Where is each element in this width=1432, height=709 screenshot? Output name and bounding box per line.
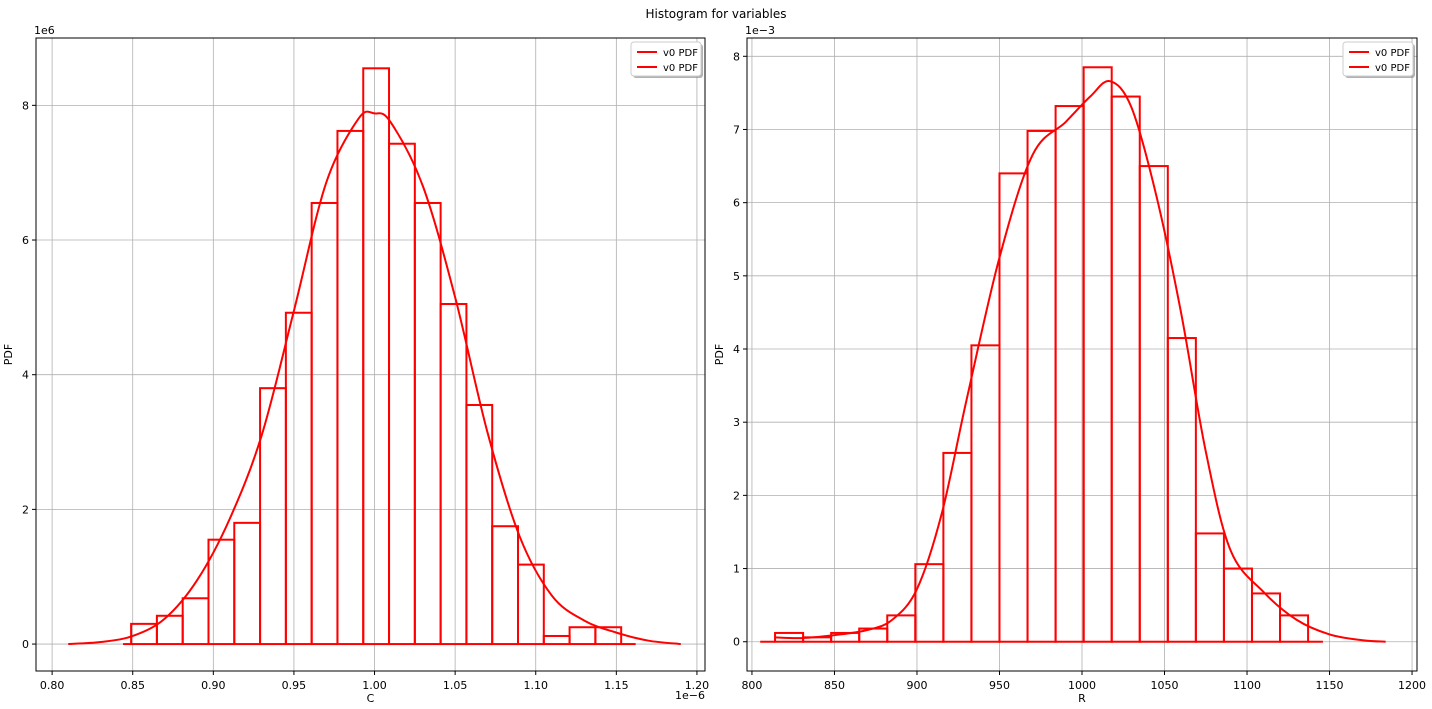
y-tick-label: 7: [733, 123, 740, 136]
x-tick-label: 0.80: [40, 679, 65, 692]
y-tick-label: 0: [733, 636, 740, 649]
x-tick-label: 850: [824, 679, 845, 692]
x-tick-label: 0.85: [120, 679, 145, 692]
y-tick-label: 3: [733, 416, 740, 429]
y-tick-label: 6: [733, 197, 740, 210]
x-tick-label: 1150: [1316, 679, 1344, 692]
y-axis-label: PDF: [2, 344, 15, 365]
y-tick-label: 8: [22, 99, 29, 112]
x-tick-label: 950: [989, 679, 1010, 692]
y-tick-label: 2: [733, 489, 740, 502]
x-tick-label: 1.05: [443, 679, 468, 692]
y-tick-label: 5: [733, 270, 740, 283]
y-tick-label: 0: [22, 638, 29, 651]
y-tick-label: 1: [733, 563, 740, 576]
histogram-figure: Histogram for variables 0.80 0.85 0.90 0.95…: [0, 0, 1432, 709]
y-axis-label: PDF: [713, 344, 726, 365]
x-tick-label: 800: [741, 679, 762, 692]
x-tick-label: 900: [906, 679, 927, 692]
y-tick-label: 4: [22, 369, 29, 382]
legend-label: v0 PDF: [663, 63, 698, 74]
x-tick-label: 1200: [1398, 679, 1426, 692]
y-offset-text: 1e6: [34, 24, 55, 37]
x-tick-label: 1000: [1068, 679, 1096, 692]
x-tick-label: 1100: [1233, 679, 1261, 692]
x-axis-label: C: [367, 692, 375, 705]
x-tick-label: 1050: [1151, 679, 1179, 692]
y-offset-text: 1e−3: [745, 24, 775, 37]
y-tick-label: 8: [733, 50, 740, 63]
x-tick-label: 1.15: [604, 679, 629, 692]
x-tick-label: 1.10: [523, 679, 548, 692]
x-tick-label: 1.00: [362, 679, 387, 692]
legend-label: v0 PDF: [1375, 63, 1410, 74]
y-tick-label: 6: [22, 234, 29, 247]
x-axis-label: R: [1078, 692, 1086, 705]
x-offset-text: 1e−6: [675, 689, 705, 702]
figure-title: Histogram for variables: [645, 7, 786, 21]
y-tick-label: 2: [22, 503, 29, 516]
x-tick-label: 0.90: [201, 679, 226, 692]
x-tick-label: 0.95: [282, 679, 307, 692]
y-tick-label: 4: [733, 343, 740, 356]
legend-label: v0 PDF: [1375, 48, 1410, 59]
legend-label: v0 PDF: [663, 48, 698, 59]
